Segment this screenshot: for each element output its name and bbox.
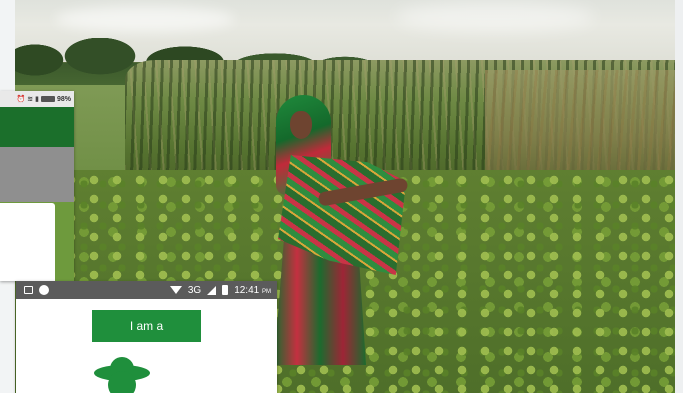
battery-level: 98% [56,95,71,103]
content-card [0,203,55,281]
cloud [55,6,235,32]
phone-mockup-front: 3G 12:41 PM I am a [16,281,277,393]
screen-body: I am a [16,299,277,393]
i-am-a-button[interactable]: I am a [92,310,201,342]
farmer-icon[interactable] [94,355,150,393]
wifi-icon: ≋ [27,96,34,103]
clock-time: 12:41 [234,284,260,296]
farmer-head [108,371,136,393]
alarm-icon: ⏰ [16,96,26,103]
image-icon [24,286,33,294]
network-type: 3G [187,284,202,296]
phone-mockup-back: ⏰ ≋ ▮ 98% [0,91,74,281]
content-area [0,147,74,202]
battery-icon [222,285,229,295]
circle-icon [39,285,49,295]
status-bar: ⏰ ≋ ▮ 98% [0,91,74,107]
signal-icon: ▮ [35,96,39,103]
hat-top [110,357,134,371]
clock-ampm: PM [262,288,271,295]
woman-farmer [258,95,409,365]
cloud [395,2,595,32]
wifi-icon [169,286,182,294]
clock: 12:41 PM [234,285,271,296]
status-bar: 3G 12:41 PM [16,281,277,299]
page-margin [675,0,683,393]
battery-icon [40,96,55,102]
face [290,111,312,139]
corn-field-dry [485,70,675,185]
app-bar [0,107,74,147]
signal-icon [207,285,217,295]
